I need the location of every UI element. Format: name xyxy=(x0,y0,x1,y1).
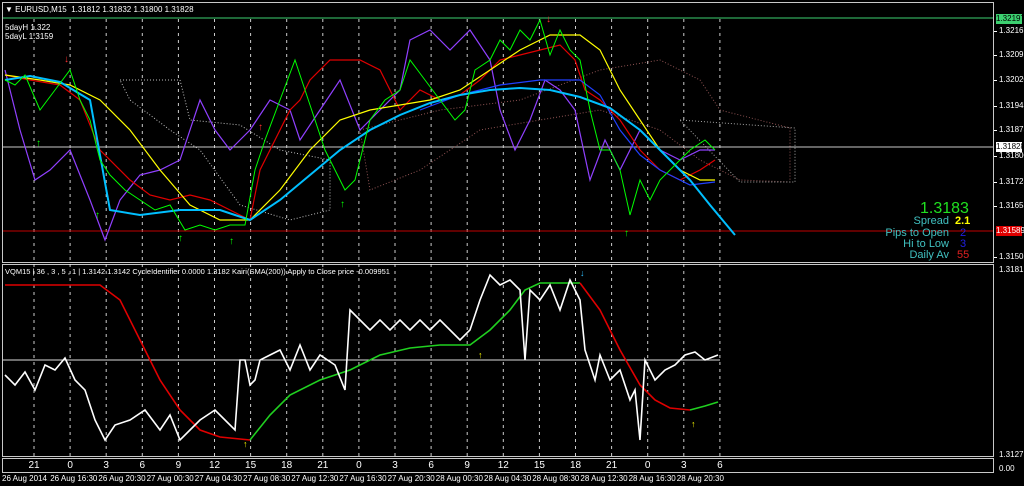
date-label: 27 Aug 20:30 xyxy=(387,474,435,483)
date-label: 28 Aug 12:30 xyxy=(580,474,628,483)
price-axis-tick xyxy=(994,156,997,157)
sell-arrow-icon: ↑ xyxy=(258,122,263,133)
buy-arrow-icon: ↑ xyxy=(478,350,483,360)
hour-label: 0 xyxy=(356,460,362,471)
price-axis-tick xyxy=(994,182,997,183)
price-axis-label: 1.31800 xyxy=(999,151,1024,160)
indicator-axis-bottom: 1.3127 xyxy=(999,450,1024,459)
hour-label: 0 xyxy=(644,460,651,471)
buy-arrow-icon: ↑ xyxy=(340,199,345,210)
hour-label: 15 xyxy=(245,460,257,471)
date-label: 28 Aug 16:30 xyxy=(628,474,676,483)
low-price-box: 1.31589 xyxy=(996,226,1024,236)
hour-label: 6 xyxy=(717,460,723,471)
hour-label: 6 xyxy=(428,460,434,471)
cycle-green-line xyxy=(249,282,580,441)
ichimoku-cloud xyxy=(119,59,796,221)
kairi-white-line xyxy=(4,273,719,442)
spread-value: 2.1 xyxy=(955,215,971,227)
buy-arrow-icon: ↑ xyxy=(691,419,696,429)
hour-label: 15 xyxy=(533,460,545,471)
hour-label: 21 xyxy=(317,460,329,471)
date-label: 27 Aug 12:30 xyxy=(291,474,339,483)
high-price-box: 1.32197 xyxy=(996,14,1024,24)
hour-label: 0 xyxy=(67,460,73,471)
sky-blue-ma-curve xyxy=(4,74,736,236)
buy-arrow-icon: ↑ xyxy=(178,233,183,244)
date-label: 28 Aug 04:30 xyxy=(484,474,532,483)
ohlc-values: 1.31812 1.31832 1.31800 1.31828 xyxy=(71,5,194,14)
price-axis-label: 1.31945 xyxy=(999,101,1024,110)
price-axis-label: 1.32020 xyxy=(999,75,1024,84)
date-label: 28 Aug 08:30 xyxy=(532,474,580,483)
date-label: 27 Aug 08:30 xyxy=(243,474,291,483)
indicator-header: VQM15 | 36 , 3 , 5 , 1 | 1.3142 1.3142 C… xyxy=(5,267,390,276)
purple-indicator-line xyxy=(4,29,715,242)
price-axis-tick xyxy=(994,257,997,258)
price-axis-tick xyxy=(994,130,997,131)
hour-label: 18 xyxy=(281,460,293,471)
price-axis-label: 1.32165 xyxy=(999,26,1024,35)
date-label: 26 Aug 2014 xyxy=(2,474,47,483)
day-high-label: 5dayH 1.322 xyxy=(5,23,51,32)
triangle-down-icon[interactable]: ▼ xyxy=(5,5,13,14)
price-axis-tick xyxy=(994,55,997,56)
hour-label: 21 xyxy=(606,460,618,471)
sell-arrow-icon: ↓ xyxy=(580,268,585,278)
hour-label: 6 xyxy=(139,460,146,471)
spread-label: Spread xyxy=(913,215,949,227)
hour-label: 9 xyxy=(175,460,182,471)
price-axis-tick xyxy=(994,31,997,32)
day-low-label: 5dayL 1.3159 xyxy=(5,32,54,41)
daily-av-value: 55 xyxy=(957,249,970,261)
price-axis-label: 1.31725 xyxy=(999,177,1024,186)
cycle-green-line-2 xyxy=(689,401,719,411)
date-label: 28 Aug 20:30 xyxy=(676,474,724,483)
hour-label: 9 xyxy=(464,460,470,471)
hour-label: 3 xyxy=(103,460,109,471)
date-label: 27 Aug 04:30 xyxy=(194,474,242,483)
hour-label: 12 xyxy=(497,460,509,471)
buy-arrow-icon: ↑ xyxy=(229,236,234,247)
sell-arrow-icon: ↓ xyxy=(64,54,69,65)
price-axis-label: 1.32095 xyxy=(999,50,1024,59)
buy-arrow-icon: ↑ xyxy=(95,210,100,221)
daily-av-label: Daily Av xyxy=(909,249,949,261)
hour-label: 18 xyxy=(569,460,582,471)
price-line xyxy=(4,18,716,231)
buy-arrow-icon: ↑ xyxy=(36,138,41,149)
red-indicator-line xyxy=(4,44,716,221)
chart-drawing: ↓ ↑ ↓ ↑ ↑ ↑ ↑ ↑ ↑ ↑ ↑ ↑ ↓ xyxy=(3,14,993,457)
price-axis-label: 1.31875 xyxy=(999,125,1024,134)
date-label: 26 Aug 16:30 xyxy=(50,474,98,483)
date-label: 26 Aug 20:30 xyxy=(98,474,146,483)
buy-arrow-icon: ↑ xyxy=(624,228,629,239)
indicator-axis-top: 1.3181 xyxy=(999,265,1024,274)
buy-arrow-icon: ↑ xyxy=(243,439,248,449)
symbol-label: EURUSD,M15 xyxy=(15,5,67,14)
hour-label: 3 xyxy=(681,460,687,471)
hour-label: 12 xyxy=(208,460,221,471)
price-axis-label: 1.31505 xyxy=(999,252,1024,261)
indicator-axis-zero: 0.00 xyxy=(999,464,1015,473)
date-label: 27 Aug 00:30 xyxy=(146,474,194,483)
date-label: 27 Aug 16:30 xyxy=(339,474,387,483)
yellow-ma-line xyxy=(4,34,715,221)
price-axis-tick xyxy=(994,206,997,207)
price-axis-tick xyxy=(994,80,997,81)
current-price-box: 1.31828 xyxy=(996,142,1024,152)
chart-header: ▼ EURUSD,M15 1.31812 1.31832 1.31800 1.3… xyxy=(5,5,194,14)
cycle-red-line xyxy=(5,284,251,441)
date-label: 28 Aug 00:30 xyxy=(435,474,483,483)
price-axis-label: 1.31655 xyxy=(999,201,1024,210)
sell-arrow-icon: ↓ xyxy=(546,14,551,25)
hour-label: 21 xyxy=(28,460,40,471)
hour-label: 3 xyxy=(392,460,398,471)
price-axis-tick xyxy=(994,106,997,107)
